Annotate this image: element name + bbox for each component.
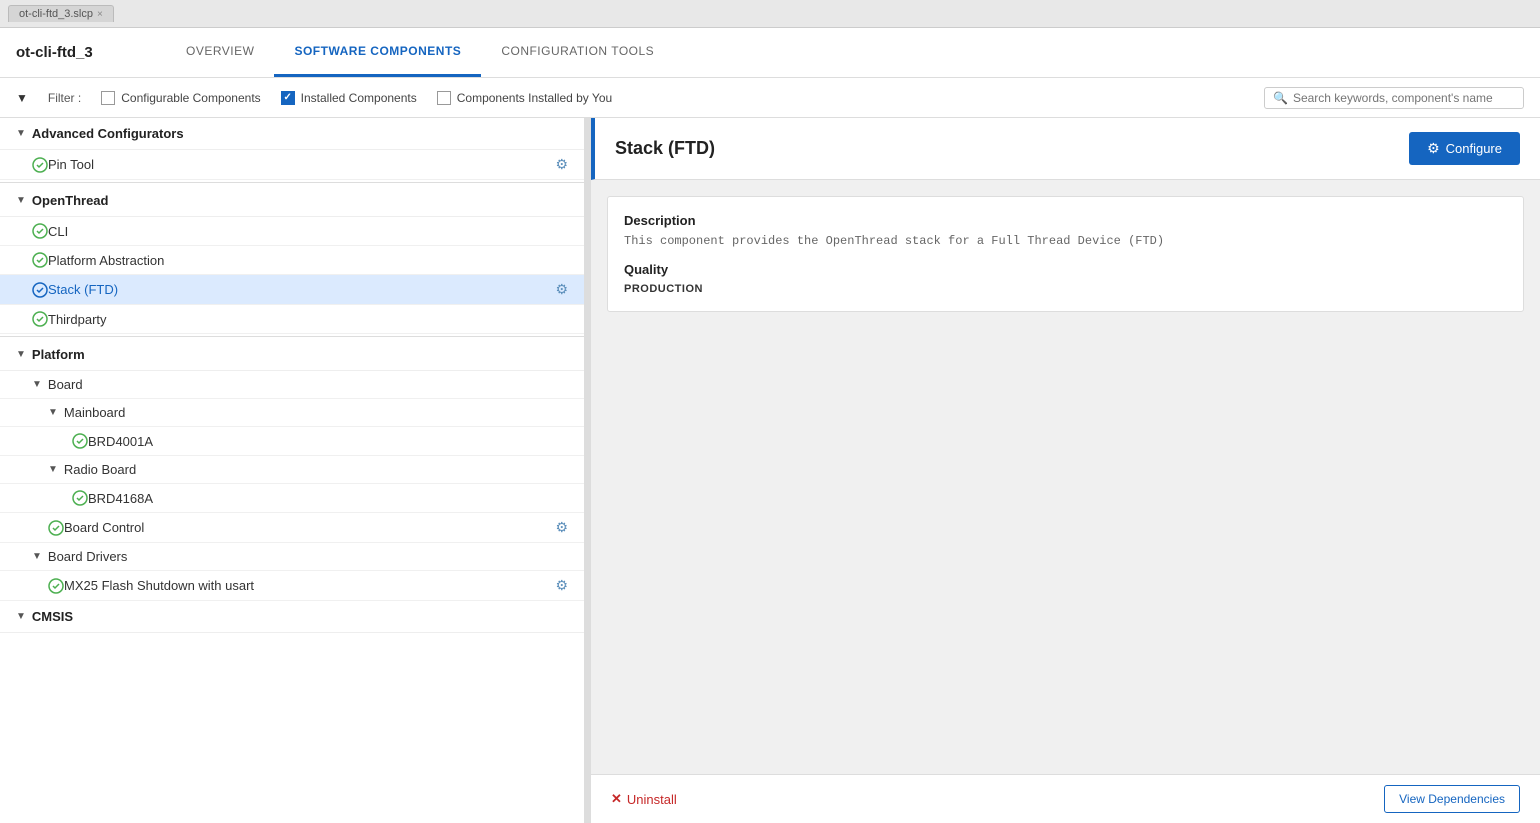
label-board-control: Board Control xyxy=(64,520,555,535)
app-title: ot-cli-ftd_3 xyxy=(16,44,136,61)
group-advanced-configurators[interactable]: ▼ Advanced Configurators xyxy=(0,118,584,150)
gear-button-stack-ftd[interactable]: ⚙ xyxy=(555,281,568,298)
check-circle-icon-board-control xyxy=(48,520,64,536)
arrow-board-drivers: ▼ xyxy=(32,551,42,562)
search-icon: 🔍 xyxy=(1273,91,1288,105)
subgroup-label-radio-board: Radio Board xyxy=(64,462,136,477)
window-close-button[interactable]: × xyxy=(97,9,103,20)
description-heading: Description xyxy=(624,213,1507,228)
arrow-radio-board: ▼ xyxy=(48,464,58,475)
group-label-cmsis: CMSIS xyxy=(32,609,73,624)
label-brd4001a: BRD4001A xyxy=(88,434,568,449)
uninstall-x-icon: ✕ xyxy=(611,791,622,807)
installed-filter-item[interactable]: Installed Components xyxy=(281,91,417,105)
filter-icon: ▼ xyxy=(16,91,28,105)
quality-value: PRODUCTION xyxy=(624,283,1507,295)
subgroup-label-mainboard: Mainboard xyxy=(64,405,125,420)
configurable-label: Configurable Components xyxy=(121,91,260,105)
label-cli: CLI xyxy=(48,224,568,239)
configurable-filter-item[interactable]: Configurable Components xyxy=(101,91,260,105)
app-header: ot-cli-ftd_3 OVERVIEW SOFTWARE COMPONENT… xyxy=(0,28,1540,78)
arrow-openthread: ▼ xyxy=(16,195,26,206)
window-chrome: ot-cli-ftd_3.slcp × xyxy=(0,0,1540,28)
label-stack-ftd: Stack (FTD) xyxy=(48,282,555,297)
tree-item-pin-tool[interactable]: Pin Tool ⚙ xyxy=(0,150,584,180)
configure-button[interactable]: ⚙ Configure xyxy=(1409,132,1520,165)
detail-title: Stack (FTD) xyxy=(615,138,715,159)
check-circle-icon-platform-abstraction xyxy=(32,252,48,268)
view-dependencies-button[interactable]: View Dependencies xyxy=(1384,785,1520,813)
tree-item-platform-abstraction[interactable]: Platform Abstraction xyxy=(0,246,584,275)
subgroup-label-board-drivers: Board Drivers xyxy=(48,549,127,564)
tab-configuration-tools[interactable]: CONFIGURATION TOOLS xyxy=(481,28,674,77)
check-circle-icon-mx25-flash xyxy=(48,578,64,594)
tree-item-brd4001a[interactable]: BRD4001A xyxy=(0,427,584,456)
gear-button-board-control[interactable]: ⚙ xyxy=(555,519,568,536)
detail-header: Stack (FTD) ⚙ Configure xyxy=(591,118,1540,180)
search-input[interactable] xyxy=(1293,91,1515,105)
uninstall-button[interactable]: ✕ Uninstall xyxy=(611,791,677,807)
tab-overview[interactable]: OVERVIEW xyxy=(166,28,274,77)
filter-label: Filter : xyxy=(48,91,81,105)
group-cmsis[interactable]: ▼ CMSIS xyxy=(0,601,584,633)
installed-by-you-label: Components Installed by You xyxy=(457,91,612,105)
installed-by-you-filter-item[interactable]: Components Installed by You xyxy=(437,91,612,105)
label-brd4168a: BRD4168A xyxy=(88,491,568,506)
main-layout: ▼ Advanced Configurators Pin Tool ⚙ ▼ Op… xyxy=(0,118,1540,823)
detail-footer: ✕ Uninstall View Dependencies xyxy=(591,774,1540,823)
group-label-openthread: OpenThread xyxy=(32,193,109,208)
window-tab-label: ot-cli-ftd_3.slcp xyxy=(19,8,93,20)
group-label-platform: Platform xyxy=(32,347,85,362)
subgroup-label-board: Board xyxy=(48,377,83,392)
label-pin-tool: Pin Tool xyxy=(48,157,555,172)
description-card: Description This component provides the … xyxy=(607,196,1524,312)
detail-body: Description This component provides the … xyxy=(591,180,1540,774)
arrow-platform: ▼ xyxy=(16,349,26,360)
subgroup-board[interactable]: ▼ Board xyxy=(0,371,584,399)
quality-heading: Quality xyxy=(624,262,1507,277)
label-mx25-flash: MX25 Flash Shutdown with usart xyxy=(64,578,555,593)
arrow-board: ▼ xyxy=(32,379,42,390)
gear-configure-icon: ⚙ xyxy=(1427,140,1440,157)
group-label-advanced-configurators: Advanced Configurators xyxy=(32,126,184,141)
subgroup-board-drivers[interactable]: ▼ Board Drivers xyxy=(0,543,584,571)
gear-button-pin-tool[interactable]: ⚙ xyxy=(555,156,568,173)
tree-item-mx25-flash[interactable]: MX25 Flash Shutdown with usart ⚙ xyxy=(0,571,584,601)
arrow-cmsis: ▼ xyxy=(16,611,26,622)
description-text: This component provides the OpenThread s… xyxy=(624,234,1507,248)
check-circle-icon-cli xyxy=(32,223,48,239)
check-circle-icon-pin-tool xyxy=(32,157,48,173)
tree-item-board-control[interactable]: Board Control ⚙ xyxy=(0,513,584,543)
filter-bar: ▼ Filter : Configurable Components Insta… xyxy=(0,78,1540,118)
installed-label: Installed Components xyxy=(301,91,417,105)
check-circle-icon-thirdparty xyxy=(32,311,48,327)
check-circle-icon-brd4001a xyxy=(72,433,88,449)
tab-software-components[interactable]: SOFTWARE COMPONENTS xyxy=(274,28,481,77)
group-platform[interactable]: ▼ Platform xyxy=(0,339,584,371)
label-platform-abstraction: Platform Abstraction xyxy=(48,253,568,268)
tree-item-stack-ftd[interactable]: Stack (FTD) ⚙ xyxy=(0,275,584,305)
subgroup-mainboard[interactable]: ▼ Mainboard xyxy=(0,399,584,427)
check-circle-icon-stack-ftd xyxy=(32,282,48,298)
check-circle-icon-brd4168a xyxy=(72,490,88,506)
left-panel: ▼ Advanced Configurators Pin Tool ⚙ ▼ Op… xyxy=(0,118,585,823)
label-thirdparty: Thirdparty xyxy=(48,312,568,327)
search-box[interactable]: 🔍 xyxy=(1264,87,1524,109)
installed-by-you-checkbox[interactable] xyxy=(437,91,451,105)
tree-item-thirdparty[interactable]: Thirdparty xyxy=(0,305,584,334)
window-tab[interactable]: ot-cli-ftd_3.slcp × xyxy=(8,5,114,22)
gear-button-mx25-flash[interactable]: ⚙ xyxy=(555,577,568,594)
right-panel: Stack (FTD) ⚙ Configure Description This… xyxy=(591,118,1540,823)
arrow-mainboard: ▼ xyxy=(48,407,58,418)
nav-tabs: OVERVIEW SOFTWARE COMPONENTS CONFIGURATI… xyxy=(166,28,674,77)
tree-item-cli[interactable]: CLI xyxy=(0,217,584,246)
subgroup-radio-board[interactable]: ▼ Radio Board xyxy=(0,456,584,484)
arrow-advanced-configurators: ▼ xyxy=(16,128,26,139)
tree-item-brd4168a[interactable]: BRD4168A xyxy=(0,484,584,513)
group-openthread[interactable]: ▼ OpenThread xyxy=(0,185,584,217)
configurable-checkbox[interactable] xyxy=(101,91,115,105)
installed-checkbox[interactable] xyxy=(281,91,295,105)
